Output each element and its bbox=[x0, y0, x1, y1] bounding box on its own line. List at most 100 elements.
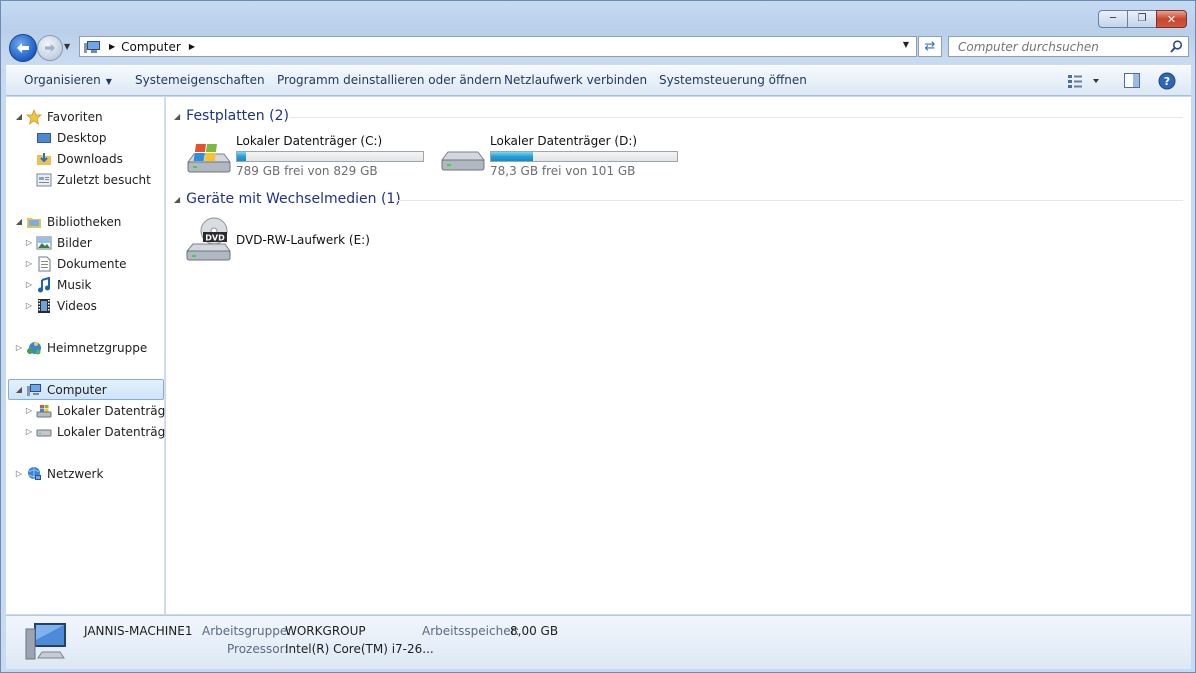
sidebar-item-libraries[interactable]: ◢ Bibliotheken bbox=[14, 211, 121, 232]
sidebar-item-favorites[interactable]: ◢ Favoriten bbox=[14, 106, 103, 127]
computer-icon bbox=[27, 383, 41, 396]
drive-usage-fill bbox=[491, 152, 533, 161]
refresh-button[interactable]: ⇄ bbox=[918, 36, 942, 57]
group-header-removable[interactable]: ◢ Geräte mit Wechselmedien (1) bbox=[174, 191, 401, 207]
caption-buttons: ─ ❐ ✕ bbox=[1098, 10, 1187, 28]
recent-places-icon bbox=[36, 173, 52, 186]
collapsed-arrow-icon[interactable]: ▷ bbox=[14, 469, 24, 478]
maximize-button[interactable]: ❐ bbox=[1128, 10, 1156, 28]
sidebar-label: Dokumente bbox=[57, 256, 127, 271]
preview-pane-button[interactable] bbox=[1124, 73, 1140, 91]
view-options-icon bbox=[1068, 75, 1099, 88]
processor-label: Prozessor: bbox=[227, 642, 289, 656]
drive-item-d[interactable]: Lokaler Datenträger (D:) 78,3 GB frei vo… bbox=[438, 134, 683, 180]
sidebar-item-documents[interactable]: ▷ Dokumente bbox=[24, 253, 127, 274]
sidebar-item-drive-c[interactable]: ▷ Lokaler Datenträger bbox=[24, 400, 178, 421]
sidebar-label: Bibliotheken bbox=[47, 214, 122, 229]
group-title: Festplatten (2) bbox=[186, 108, 289, 124]
map-network-drive-button[interactable]: Netzlaufwerk verbinden bbox=[504, 73, 647, 87]
sidebar-label: Netzwerk bbox=[47, 466, 104, 481]
collapsed-arrow-icon[interactable]: ▷ bbox=[24, 301, 34, 310]
libraries-icon bbox=[27, 217, 41, 228]
drive-usage-bar bbox=[236, 151, 424, 162]
drive-usage-fill bbox=[237, 152, 246, 161]
drive-name: Lokaler Datenträger (D:) bbox=[490, 134, 638, 148]
collapsed-arrow-icon[interactable]: ▷ bbox=[24, 238, 34, 247]
collapsed-arrow-icon[interactable]: ▷ bbox=[24, 406, 34, 415]
sidebar-label: Heimnetzgruppe bbox=[47, 340, 148, 355]
processor-value: Intel(R) Core(TM) i7-26... bbox=[285, 642, 434, 656]
arrow-left-icon bbox=[17, 43, 29, 53]
address-history-dropdown[interactable]: ▼ bbox=[903, 40, 909, 49]
recent-pages-dropdown[interactable]: ▼ bbox=[64, 42, 70, 51]
address-bar[interactable]: ▶ Computer ▶ ▼ bbox=[79, 36, 917, 57]
music-icon bbox=[38, 276, 50, 292]
sidebar-item-computer[interactable]: ◢ Computer bbox=[8, 379, 164, 400]
sidebar-item-downloads[interactable]: Downloads bbox=[34, 148, 123, 169]
sidebar-item-pictures[interactable]: ▷ Bilder bbox=[24, 232, 92, 253]
open-control-panel-button[interactable]: Systemsteuerung öffnen bbox=[659, 73, 807, 87]
pictures-icon bbox=[36, 236, 52, 249]
close-button[interactable]: ✕ bbox=[1156, 10, 1187, 28]
dvd-drive-item[interactable]: DVD DVD-RW-Laufwerk (E:) bbox=[184, 217, 384, 265]
search-input[interactable] bbox=[956, 39, 1160, 55]
sidebar-item-drive-d[interactable]: ▷ Lokaler Datenträger bbox=[24, 421, 178, 442]
dvd-drive-icon: DVD bbox=[185, 217, 231, 261]
breadcrumb-computer[interactable]: Computer bbox=[121, 40, 181, 54]
workgroup-value: WORKGROUP bbox=[285, 624, 366, 638]
sidebar-item-network[interactable]: ▷ Netzwerk bbox=[14, 463, 103, 484]
organize-button[interactable]: Organisieren ▼ bbox=[24, 73, 112, 87]
workgroup-label: Arbeitsgruppe: bbox=[202, 624, 292, 638]
sidebar-item-videos[interactable]: ▷ Videos bbox=[24, 295, 97, 316]
machine-name: JANNIS-MACHINE1 bbox=[84, 624, 193, 638]
collapsed-arrow-icon[interactable]: ▷ bbox=[24, 259, 34, 268]
chevron-down-icon: ▼ bbox=[105, 77, 112, 86]
windows-drive-icon bbox=[36, 404, 52, 417]
system-properties-button[interactable]: Systemeigenschaften bbox=[135, 73, 265, 87]
sidebar-label: Zuletzt besucht bbox=[57, 172, 151, 187]
drive-free-space: 78,3 GB frei von 101 GB bbox=[490, 164, 636, 178]
sidebar-label: Computer bbox=[47, 382, 107, 397]
drive-name: Lokaler Datenträger (C:) bbox=[236, 134, 383, 148]
hard-drive-icon bbox=[441, 151, 485, 171]
expanded-arrow-icon[interactable]: ◢ bbox=[14, 217, 24, 226]
expanded-arrow-icon[interactable]: ◢ bbox=[14, 112, 24, 121]
group-header-hard-disks[interactable]: ◢ Festplatten (2) bbox=[174, 108, 289, 124]
uninstall-program-button[interactable]: Programm deinstallieren oder ändern bbox=[277, 73, 502, 87]
sidebar-label: Videos bbox=[57, 298, 97, 313]
breadcrumb-separator-icon[interactable]: ▶ bbox=[189, 42, 195, 51]
help-button[interactable]: ? bbox=[1158, 72, 1176, 93]
forward-button[interactable] bbox=[37, 35, 63, 61]
minimize-button[interactable]: ─ bbox=[1098, 10, 1128, 28]
videos-icon bbox=[38, 298, 50, 313]
arrow-right-icon bbox=[45, 43, 55, 53]
group-divider bbox=[290, 117, 1183, 118]
collapsed-arrow-icon[interactable]: ▷ bbox=[14, 343, 24, 352]
collapsed-arrow-icon[interactable]: ▷ bbox=[24, 427, 34, 436]
command-bar: Organisieren ▼ Systemeigenschaften Progra… bbox=[6, 65, 1191, 96]
sidebar-item-desktop[interactable]: Desktop bbox=[34, 127, 107, 148]
back-button[interactable] bbox=[9, 34, 37, 62]
expanded-arrow-icon[interactable]: ◢ bbox=[174, 112, 180, 121]
group-title: Geräte mit Wechselmedien (1) bbox=[186, 191, 401, 207]
details-pane: JANNIS-MACHINE1 Arbeitsgruppe: WORKGROUP… bbox=[6, 615, 1191, 669]
search-icon[interactable] bbox=[1170, 40, 1183, 53]
sidebar-item-music[interactable]: ▷ Musik bbox=[24, 274, 92, 295]
change-view-button[interactable] bbox=[1068, 74, 1102, 91]
dvd-badge: DVD bbox=[205, 234, 225, 243]
drive-free-space: 789 GB frei von 829 GB bbox=[236, 164, 378, 178]
search-box[interactable] bbox=[948, 36, 1189, 57]
collapsed-arrow-icon[interactable]: ▷ bbox=[24, 280, 34, 289]
expanded-arrow-icon[interactable]: ◢ bbox=[174, 195, 180, 204]
sidebar-label: Lokaler Datenträger bbox=[57, 424, 178, 439]
sidebar-item-recent[interactable]: Zuletzt besucht bbox=[34, 169, 151, 190]
hard-drive-icon bbox=[36, 429, 52, 436]
help-icon: ? bbox=[1158, 72, 1176, 90]
sidebar-label: Musik bbox=[57, 277, 92, 292]
sidebar-label: Desktop bbox=[57, 130, 107, 145]
drive-item-c[interactable]: Lokaler Datenträger (C:) 789 GB frei von… bbox=[184, 134, 429, 180]
file-list-pane: ◢ Festplatten (2) Lokaler Datenträger (C… bbox=[166, 97, 1191, 614]
sidebar-item-homegroup[interactable]: ▷ Heimnetzgruppe bbox=[14, 337, 147, 358]
breadcrumb-separator-icon[interactable]: ▶ bbox=[109, 42, 115, 51]
expanded-arrow-icon[interactable]: ◢ bbox=[14, 385, 24, 394]
